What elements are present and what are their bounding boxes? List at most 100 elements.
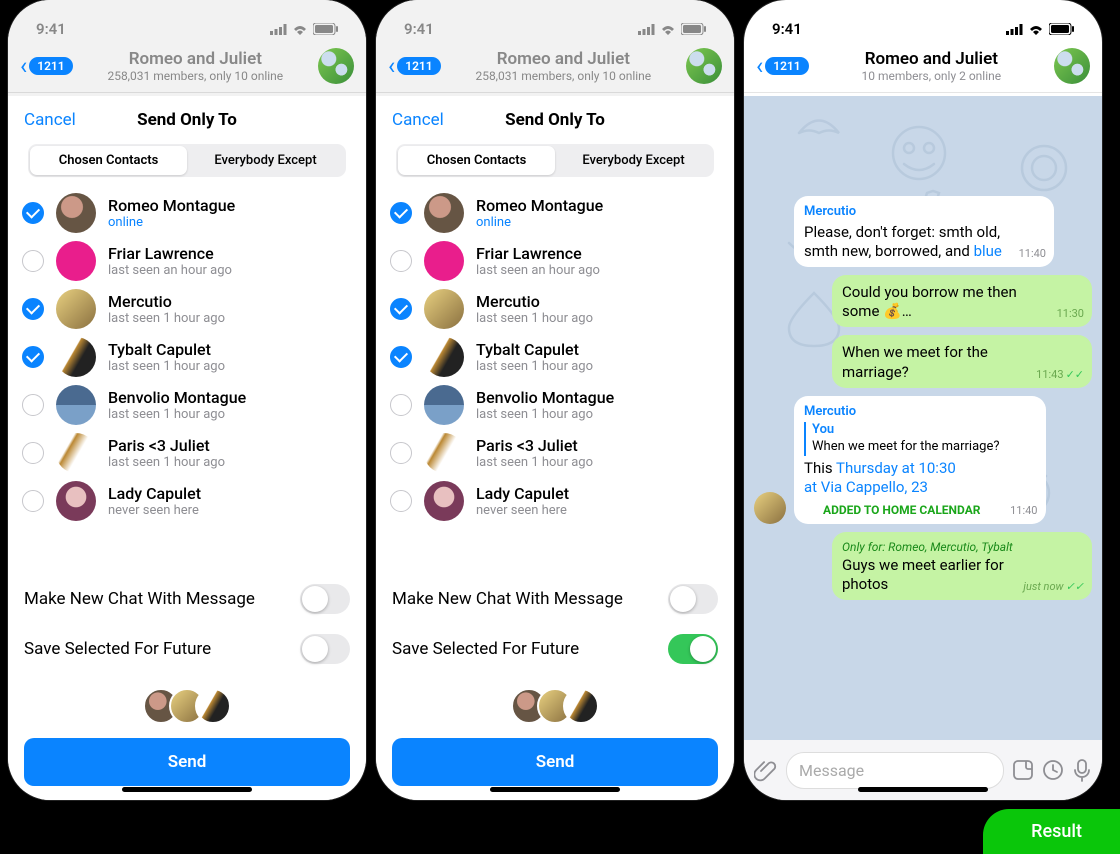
save-selected-switch[interactable] (300, 634, 350, 664)
cancel-button[interactable]: Cancel (24, 110, 76, 130)
contact-checkbox[interactable] (22, 346, 44, 368)
chevron-left-icon: ‹ (20, 52, 27, 80)
back-button[interactable]: ‹ 1211 (756, 52, 809, 80)
contact-row[interactable]: Romeo Montagueonline (8, 189, 366, 237)
contact-checkbox[interactable] (390, 394, 412, 416)
send-button[interactable]: Send (392, 738, 718, 786)
contact-row[interactable]: Romeo Montagueonline (376, 189, 734, 237)
contact-row[interactable]: Lady Capuletnever seen here (8, 477, 366, 525)
message-outgoing[interactable]: When we meet for the marriage? 11:43✓✓ (832, 335, 1092, 387)
sender-avatar[interactable] (754, 492, 786, 524)
contact-avatar (424, 481, 464, 521)
contact-row[interactable]: Friar Lawrencelast seen an hour ago (8, 237, 366, 285)
contact-row[interactable]: Mercutiolast seen 1 hour ago (8, 285, 366, 333)
selected-avatar (195, 688, 231, 724)
segment-everybody-except[interactable]: Everybody Except (555, 146, 712, 175)
chat-title[interactable]: Romeo and Juliet (81, 49, 310, 69)
contact-checkbox[interactable] (390, 442, 412, 464)
chat-avatar[interactable] (686, 48, 722, 84)
contact-avatar (56, 433, 96, 473)
contact-avatar (56, 241, 96, 281)
message-link[interactable]: at Via Cappello, 23 (804, 478, 1000, 497)
contact-row[interactable]: Friar Lawrencelast seen an hour ago (376, 237, 734, 285)
segment-everybody-except[interactable]: Everybody Except (187, 146, 344, 175)
contact-status: last seen 1 hour ago (476, 359, 593, 374)
contact-row[interactable]: Paris <3 Julietlast seen 1 hour ago (8, 429, 366, 477)
segmented-control[interactable]: Chosen Contacts Everybody Except (396, 144, 714, 177)
option-save-selected-label: Save Selected For Future (24, 639, 211, 659)
selected-avatar (563, 688, 599, 724)
message-time: just now✓✓ (1023, 580, 1084, 594)
segment-chosen-contacts[interactable]: Chosen Contacts (398, 146, 555, 175)
contact-checkbox[interactable] (22, 298, 44, 320)
home-indicator[interactable] (858, 787, 988, 792)
new-chat-switch[interactable] (300, 584, 350, 614)
contact-checkbox[interactable] (390, 346, 412, 368)
unread-count-badge: 1211 (397, 57, 440, 75)
back-button[interactable]: ‹ 1211 (20, 52, 73, 80)
read-ticks-icon: ✓✓ (1066, 368, 1084, 381)
mic-icon[interactable] (1072, 758, 1092, 782)
message-incoming[interactable]: Mercutio You When we meet for the marria… (794, 396, 1046, 525)
message-text: This Thursday at 10:30 (804, 459, 1000, 478)
unread-count-badge: 1211 (29, 57, 72, 75)
contact-name: Mercutio (108, 292, 225, 311)
contact-name: Mercutio (476, 292, 593, 311)
contact-status: last seen 1 hour ago (108, 407, 246, 422)
save-selected-switch[interactable] (668, 634, 718, 664)
contact-status: never seen here (108, 503, 201, 518)
contact-checkbox[interactable] (390, 298, 412, 320)
contact-name: Benvolio Montague (108, 388, 246, 407)
contact-checkbox[interactable] (22, 394, 44, 416)
schedule-icon[interactable] (1042, 759, 1064, 781)
contact-name: Paris <3 Juliet (476, 436, 593, 455)
send-button[interactable]: Send (24, 738, 350, 786)
chat-avatar[interactable] (1054, 48, 1090, 84)
chat-subtitle: 258,031 members, only 10 online (449, 69, 678, 83)
message-text: Please, don't forget: smth old, smth new… (804, 223, 1002, 260)
chat-avatar[interactable] (318, 48, 354, 84)
attach-icon[interactable] (754, 758, 778, 782)
contact-checkbox[interactable] (22, 250, 44, 272)
chat-body[interactable]: Mercutio Please, don't forget: smth old,… (744, 96, 1102, 740)
message-time: 11:40 (1019, 247, 1046, 261)
cancel-button[interactable]: Cancel (392, 110, 444, 130)
message-outgoing[interactable]: Could you borrow me then some 💰… 11:30 (832, 275, 1092, 327)
message-incoming[interactable]: Mercutio Please, don't forget: smth old,… (794, 196, 1054, 267)
contact-list[interactable]: Romeo MontagueonlineFriar Lawrencelast s… (8, 189, 366, 568)
segment-chosen-contacts[interactable]: Chosen Contacts (30, 146, 187, 175)
contact-row[interactable]: Benvolio Montaguelast seen 1 hour ago (8, 381, 366, 429)
contact-row[interactable]: Tybalt Capuletlast seen 1 hour ago (376, 333, 734, 381)
back-button[interactable]: ‹ 1211 (388, 52, 441, 80)
contact-checkbox[interactable] (22, 442, 44, 464)
chat-title[interactable]: Romeo and Juliet (449, 49, 678, 69)
contact-status: online (108, 215, 235, 230)
contact-name: Romeo Montague (108, 196, 235, 215)
message-outgoing[interactable]: Only for: Romeo, Mercutio, Tybalt Guys w… (832, 532, 1092, 600)
contact-checkbox[interactable] (390, 490, 412, 512)
option-new-chat-label: Make New Chat With Message (24, 589, 255, 609)
home-indicator[interactable] (122, 787, 252, 792)
reply-quote[interactable]: You When we meet for the marriage? (804, 422, 1000, 455)
chat-title[interactable]: Romeo and Juliet (817, 49, 1046, 69)
contact-name: Friar Lawrence (476, 244, 600, 263)
contact-checkbox[interactable] (22, 202, 44, 224)
option-save-selected: Save Selected For Future (24, 624, 350, 674)
sticker-icon[interactable] (1012, 759, 1034, 781)
contact-row[interactable]: Tybalt Capuletlast seen 1 hour ago (8, 333, 366, 381)
segmented-control[interactable]: Chosen Contacts Everybody Except (28, 144, 346, 177)
new-chat-switch[interactable] (668, 584, 718, 614)
contact-row[interactable]: Paris <3 Julietlast seen 1 hour ago (376, 429, 734, 477)
contact-row[interactable]: Benvolio Montaguelast seen 1 hour ago (376, 381, 734, 429)
chat-subtitle: 258,031 members, only 10 online (81, 69, 310, 83)
contact-list[interactable]: Romeo MontagueonlineFriar Lawrencelast s… (376, 189, 734, 568)
message-input[interactable]: Message (786, 752, 1004, 789)
option-new-chat-label: Make New Chat With Message (392, 589, 623, 609)
contact-row[interactable]: Lady Capuletnever seen here (376, 477, 734, 525)
contact-row[interactable]: Mercutiolast seen 1 hour ago (376, 285, 734, 333)
contact-checkbox[interactable] (390, 202, 412, 224)
contact-checkbox[interactable] (390, 250, 412, 272)
home-indicator[interactable] (490, 787, 620, 792)
contact-checkbox[interactable] (22, 490, 44, 512)
option-save-selected: Save Selected For Future (392, 624, 718, 674)
